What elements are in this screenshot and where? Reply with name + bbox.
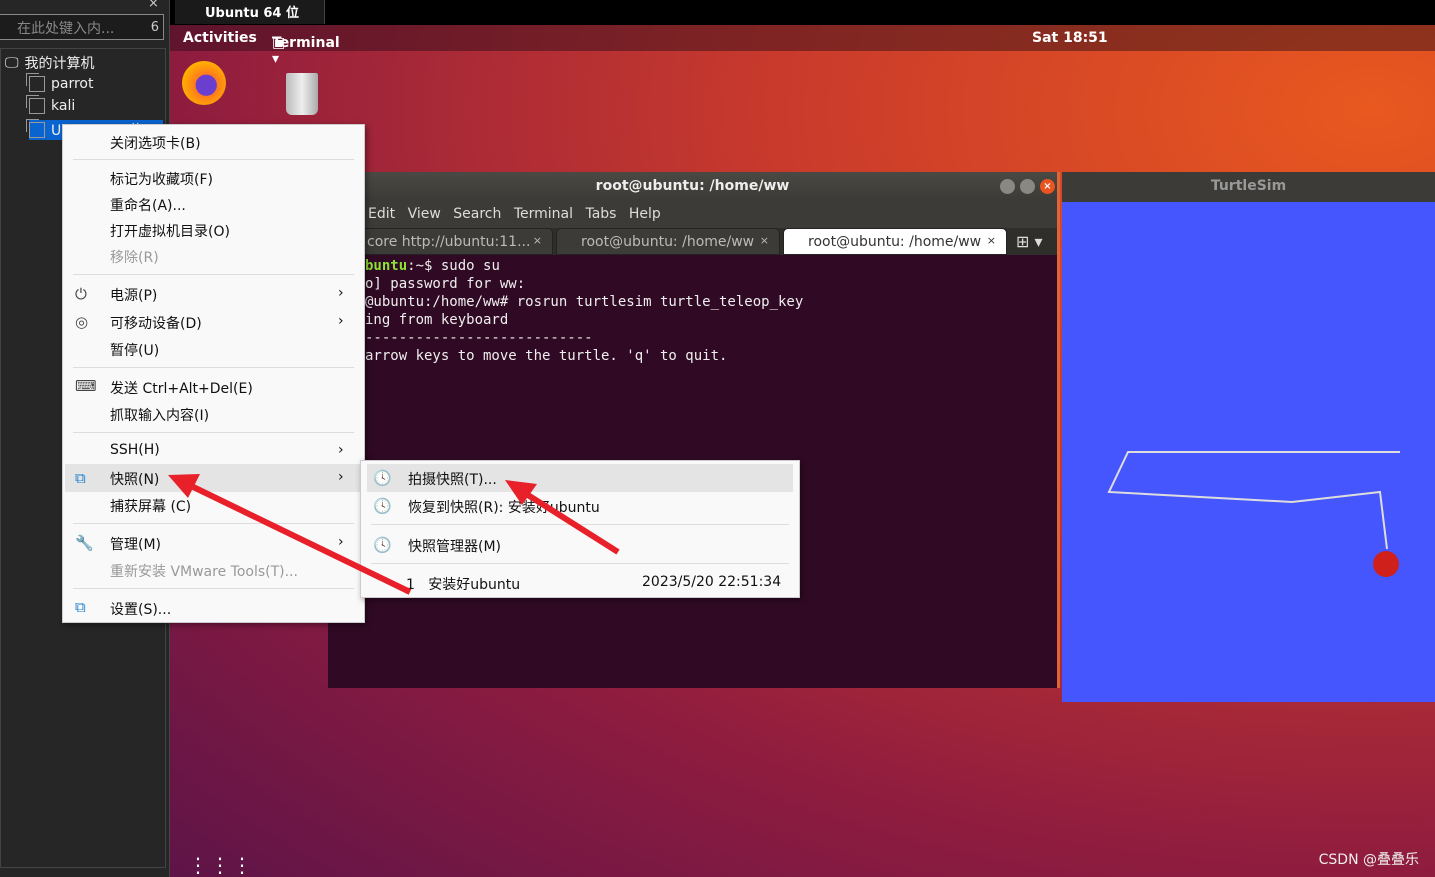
- red-arrow-1: [183, 480, 412, 595]
- red-arrow-2: [518, 487, 620, 555]
- watermark: CSDN @叠叠乐: [1318, 852, 1419, 868]
- annotation-arrows: [168, 474, 620, 595]
